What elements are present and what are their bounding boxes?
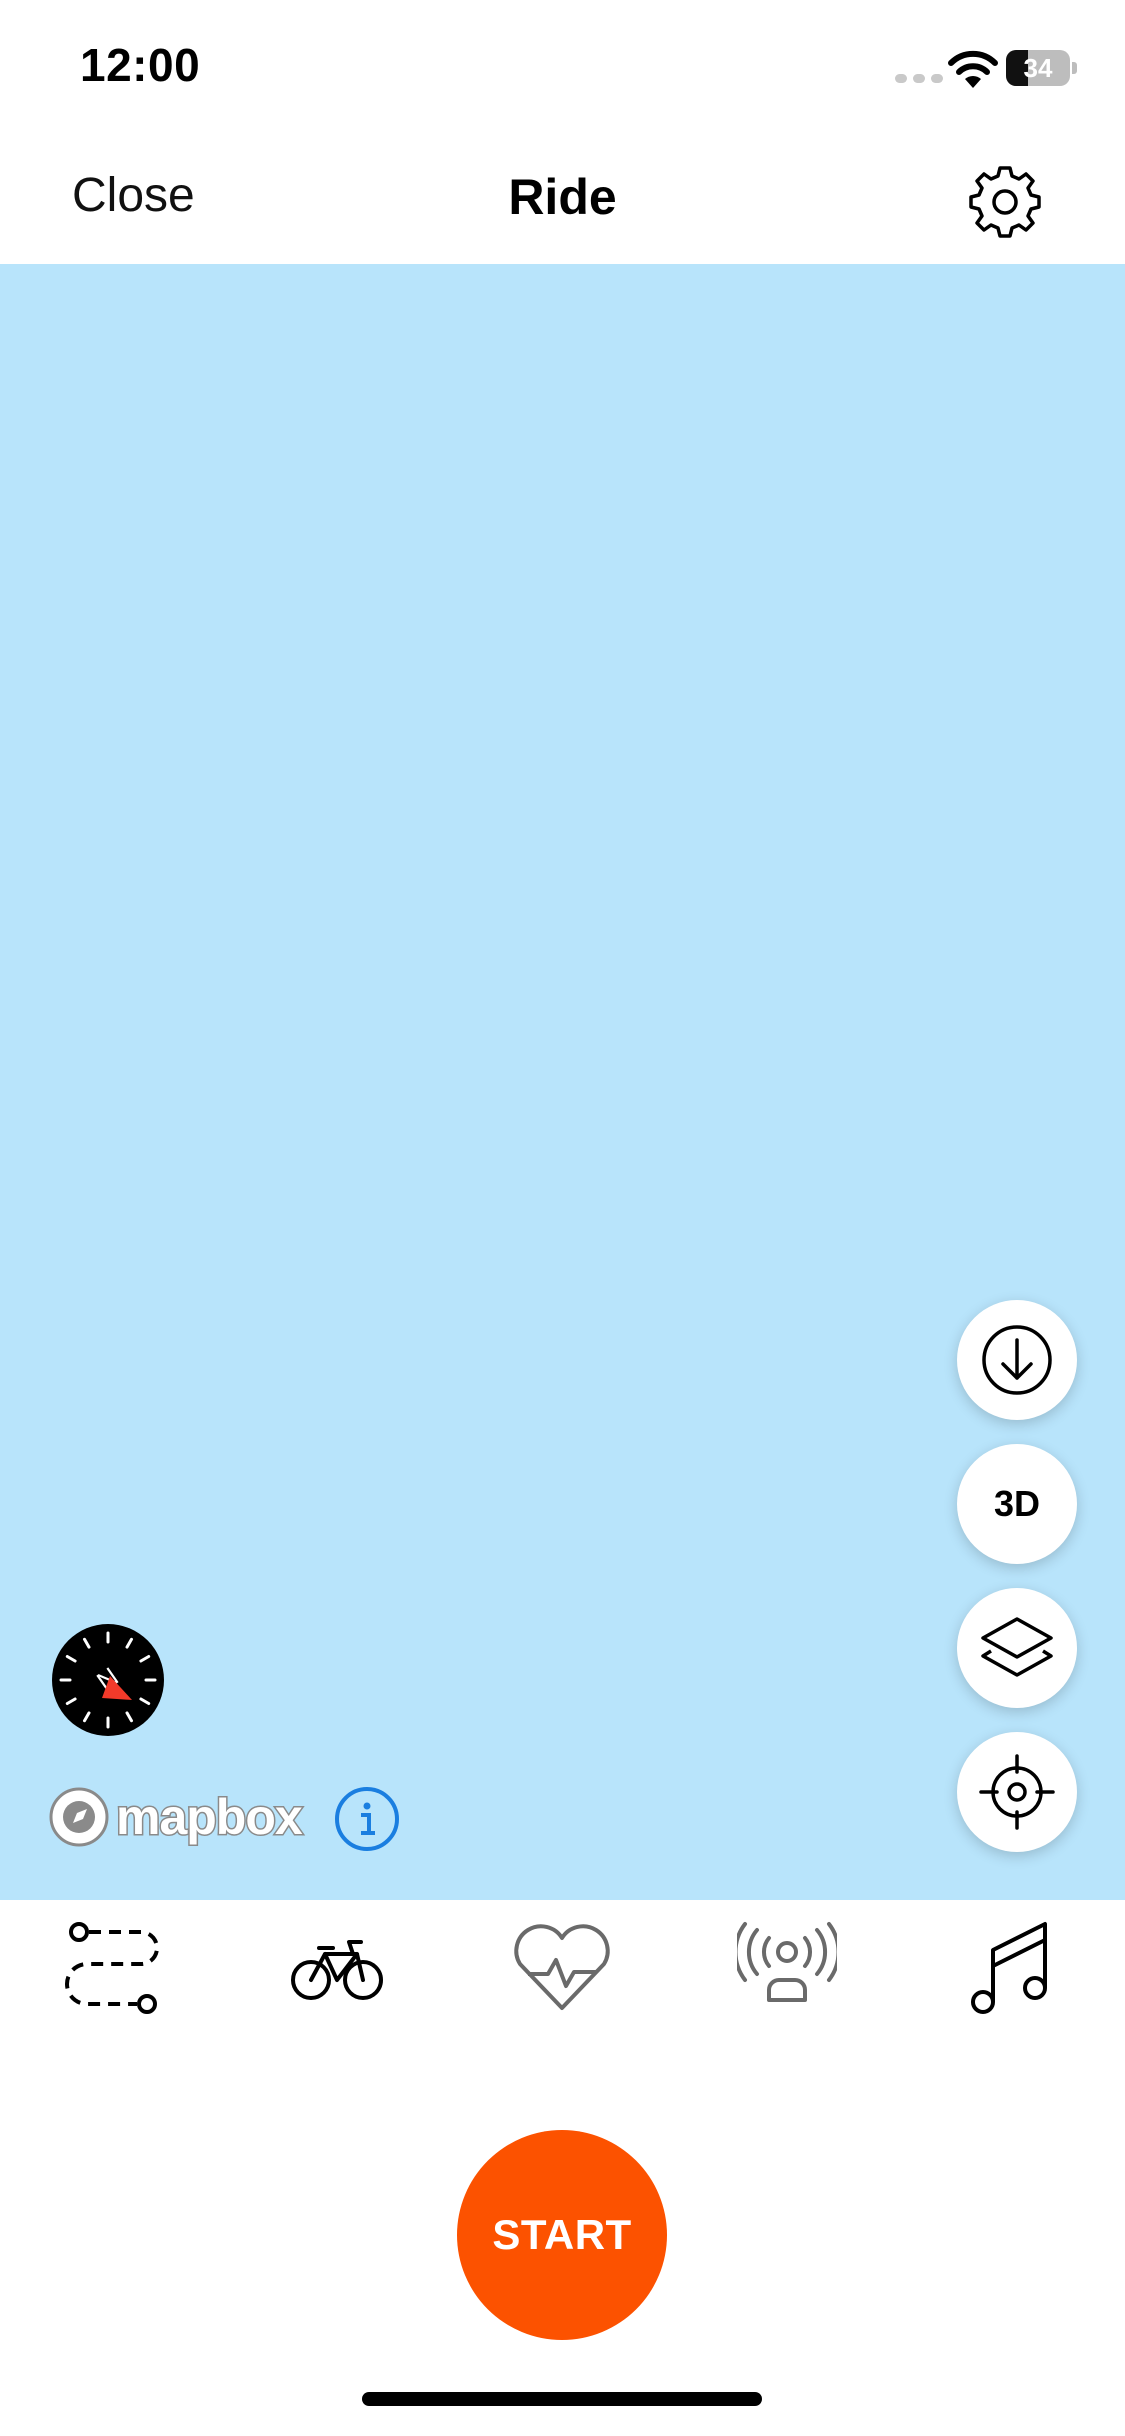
info-icon[interactable]: [334, 1786, 400, 1852]
music-button[interactable]: [961, 1918, 1061, 2018]
music-icon: [971, 1922, 1047, 2014]
route-button[interactable]: [63, 1918, 163, 2018]
status-time: 12:00: [80, 39, 201, 91]
heart-rate-icon: [514, 1924, 610, 2010]
gear-icon: [969, 166, 1041, 238]
home-indicator: [362, 2392, 762, 2406]
download-offline-map-button[interactable]: [957, 1300, 1077, 1420]
settings-button[interactable]: [965, 162, 1045, 242]
status-bar: 12:00 34: [0, 0, 1125, 140]
beacon-button[interactable]: [737, 1918, 837, 2018]
map-layers-button[interactable]: [957, 1588, 1077, 1708]
download-icon: [982, 1325, 1052, 1395]
recenter-location-button[interactable]: [957, 1732, 1077, 1852]
heart-rate-button[interactable]: [512, 1918, 612, 2018]
start-button-label: START: [492, 2211, 632, 2258]
ride-options-bar: [0, 1900, 1125, 2030]
map-view[interactable]: N mapbox 3D: [0, 264, 1125, 1900]
bike-icon: [291, 1940, 383, 2000]
navigation-bar: Close Ride: [0, 140, 1125, 264]
close-button[interactable]: Close: [72, 168, 195, 223]
beacon-icon: [737, 1922, 837, 2002]
cellular-signal-icon: [895, 74, 943, 83]
toggle-3d-button[interactable]: 3D: [957, 1444, 1077, 1564]
route-icon: [65, 1922, 159, 2014]
battery-percent: 34: [1023, 53, 1053, 83]
toggle-3d-label: 3D: [993, 1483, 1041, 1524]
battery-indicator: 34: [1006, 50, 1077, 86]
crosshair-icon: [979, 1754, 1055, 1830]
layers-icon: [981, 1617, 1053, 1677]
mapbox-wordmark: mapbox: [115, 1788, 305, 1847]
compass-icon[interactable]: N: [52, 1624, 164, 1736]
mapbox-logo[interactable]: mapbox: [48, 1785, 305, 1849]
mapbox-logo-icon: [49, 1787, 109, 1847]
wifi-icon: [948, 50, 998, 88]
sport-type-button[interactable]: [287, 1918, 387, 2018]
start-button[interactable]: START: [457, 2130, 667, 2340]
